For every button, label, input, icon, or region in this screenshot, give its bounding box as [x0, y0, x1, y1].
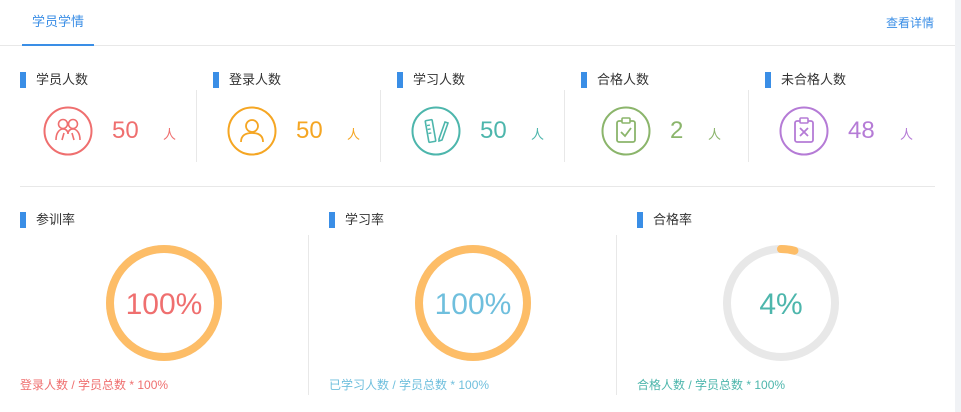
stat-title: 学员人数: [20, 70, 88, 90]
students-icon: [43, 106, 93, 156]
stat-title: 未合格人数: [765, 70, 846, 90]
rate-formula: 合格人数 / 学员总数 * 100%: [637, 378, 786, 392]
stat-value: 50: [296, 117, 323, 144]
stat-unit: 人: [708, 127, 722, 142]
clipboard-x-icon: [779, 106, 829, 156]
stat-divider: [196, 90, 197, 162]
stat-value: 50: [112, 117, 139, 144]
rate-formula: 登录人数 / 学员总数 * 100%: [20, 378, 169, 392]
rate-title: 合格率: [637, 210, 692, 230]
stat-total-students: 学员人数 50 人: [20, 70, 196, 166]
stat-title: 合格人数: [581, 70, 649, 90]
stat-title: 登录人数: [213, 70, 281, 90]
stats-row: 学员人数 50 人 登录人数 50 人 学习人数 50 人 合格人数 2 人 未…: [20, 70, 935, 166]
stat-logged-in: 登录人数 50 人: [213, 70, 383, 166]
stat-divider: [380, 90, 381, 162]
stat-unit: 人: [531, 127, 545, 142]
rate-divider: [616, 235, 617, 395]
rate-divider: [308, 235, 309, 395]
header: 学员学情 查看详情: [0, 0, 961, 46]
stat-value: 50: [480, 117, 507, 144]
stat-divider: [564, 90, 565, 162]
scroll-gutter: [955, 0, 961, 412]
rate-learning: 学习率 100% 已学习人数 / 学员总数 * 100%: [329, 210, 619, 400]
stat-value: 48: [848, 117, 875, 144]
stat-title: 学习人数: [397, 70, 465, 90]
stat-divider: [748, 90, 749, 162]
rate-title: 参训率: [20, 210, 75, 230]
learning-ring-chart: 100%: [415, 245, 531, 361]
ruler-pencil-icon: [411, 106, 461, 156]
rate-participation: 参训率 100% 登录人数 / 学员总数 * 100%: [20, 210, 310, 400]
stat-unit: 人: [163, 127, 177, 142]
clipboard-check-icon: [601, 106, 651, 156]
rate-value: 100%: [435, 288, 512, 321]
rate-pass: 合格率 4% 合格人数 / 学员总数 * 100%: [637, 210, 927, 400]
rate-title: 学习率: [329, 210, 384, 230]
stat-unit: 人: [347, 127, 361, 142]
stat-unit: 人: [900, 127, 914, 142]
rate-value: 4%: [759, 288, 802, 321]
user-icon: [227, 106, 277, 156]
stat-value: 2: [670, 117, 684, 144]
stat-unqualified: 未合格人数 48 人: [765, 70, 935, 166]
stat-learning: 学习人数 50 人: [397, 70, 567, 166]
tab-student-status[interactable]: 学员学情: [22, 0, 94, 46]
section-divider: [20, 186, 935, 187]
stat-qualified: 合格人数 2 人: [581, 70, 751, 166]
view-details-link[interactable]: 查看详情: [886, 0, 934, 46]
pass-ring-chart: 4%: [723, 245, 839, 361]
rate-value: 100%: [126, 288, 203, 321]
rate-formula: 已学习人数 / 学员总数 * 100%: [329, 378, 490, 392]
participation-ring-chart: 100%: [106, 245, 222, 361]
